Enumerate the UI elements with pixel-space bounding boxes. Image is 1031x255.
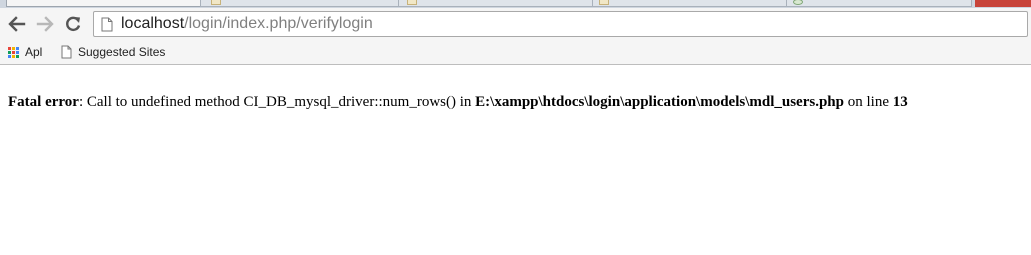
error-separator: :	[78, 94, 87, 110]
reload-icon	[66, 16, 81, 32]
tab-strip	[0, 0, 1031, 8]
error-line-text: on line	[844, 94, 893, 110]
bookmark-apps[interactable]: Apl	[8, 40, 42, 64]
forward-button[interactable]	[32, 11, 58, 37]
tab-2[interactable]	[200, 0, 400, 7]
error-file-path: E:\xampp\htdocs\login\application\models…	[475, 94, 844, 110]
back-arrow-icon	[8, 16, 26, 32]
bookmark-suggested-label: Suggested Sites	[78, 45, 166, 59]
url-path: /login/index.php/verifylogin	[184, 15, 373, 32]
page-icon	[61, 45, 72, 59]
tab-active[interactable]	[6, 0, 202, 7]
tab-3[interactable]	[398, 0, 594, 7]
bookmarks-bar: Apl Suggested Sites	[0, 40, 1031, 65]
tab-favicon-icon	[211, 0, 221, 5]
tab-4[interactable]	[592, 0, 788, 7]
forward-arrow-icon	[36, 16, 54, 32]
tab-5[interactable]	[786, 0, 972, 7]
apps-grid-icon	[8, 46, 19, 58]
error-message: Call to undefined method CI_DB_mysql_dri…	[86, 94, 476, 110]
error-label: Fatal error	[8, 94, 79, 110]
tab-favicon-icon	[407, 0, 417, 5]
tab-globe-icon	[793, 0, 803, 5]
browser-window: localhost/login/index.php/verifylogin Ap…	[0, 0, 1031, 255]
error-line-number: 13	[892, 94, 908, 110]
bookmark-apps-label: Apl	[25, 45, 43, 59]
page-content: Fatal error: Call to undefined method CI…	[0, 66, 1031, 255]
url-host: localhost	[121, 15, 185, 32]
address-bar[interactable]: localhost/login/index.php/verifylogin	[93, 11, 1028, 37]
tab-favicon-icon	[599, 0, 609, 5]
reload-button[interactable]	[60, 11, 86, 37]
page-icon	[101, 17, 113, 31]
browser-toolbar: localhost/login/index.php/verifylogin	[0, 8, 1031, 40]
bookmark-suggested-sites[interactable]: Suggested Sites	[61, 40, 165, 64]
back-button[interactable]	[4, 11, 30, 37]
url-text[interactable]: localhost/login/index.php/verifylogin	[121, 15, 373, 33]
window-close-button[interactable]	[975, 0, 1031, 7]
php-error-message: Fatal error: Call to undefined method CI…	[8, 94, 908, 111]
